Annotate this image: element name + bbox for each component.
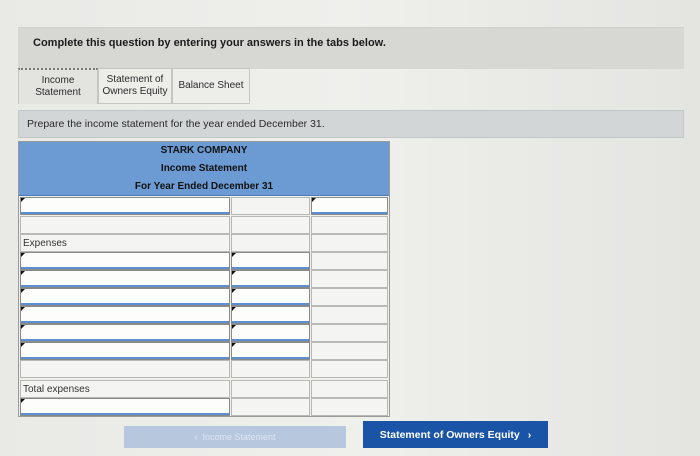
blank-cell [311,288,388,306]
blank-cell [231,234,310,252]
account-select[interactable] [20,197,230,215]
expense-account-select[interactable] [20,306,230,324]
expense-row [19,342,389,360]
blank-cell [311,324,388,342]
expense-account-select[interactable] [20,252,230,270]
expense-row [19,288,389,306]
total-expenses-value [311,380,388,398]
prev-tab-label: Income Statement [202,432,276,442]
blank-cell [311,234,388,252]
tab-income-statement-label: Income Statement [35,75,81,98]
instruction-text: Prepare the income statement for the yea… [27,118,325,130]
blank-cell [231,398,310,416]
amount-input[interactable] [311,197,388,215]
amount-cell [231,197,310,215]
instruction-bar: Prepare the income statement for the yea… [18,110,684,138]
tab-statement-owners-equity[interactable]: Statement of Owners Equity [98,68,172,104]
expenses-label: Expenses [23,238,67,249]
expenses-label-cell: Expenses [20,234,230,252]
blank-cell [231,360,310,378]
income-statement-table: STARK COMPANY Income Statement For Year … [18,141,390,417]
total-expenses-label-cell: Total expenses [20,380,230,398]
expense-amount-input[interactable] [231,306,310,324]
expense-amount-input[interactable] [231,324,310,342]
expense-row [19,270,389,288]
table-row [19,216,389,234]
tab-statement-owners-equity-label: Statement of Owners Equity [102,74,168,97]
expense-account-select[interactable] [20,270,230,288]
chevron-left-icon: ‹ [194,432,203,442]
net-income-row [19,398,389,416]
blank-cell [311,270,388,288]
blank-cell [311,216,388,234]
expense-account-select[interactable] [20,288,230,306]
expense-row [19,324,389,342]
expense-amount-input[interactable] [231,270,310,288]
blank-cell [231,380,310,398]
banner-text: Complete this question by entering your … [33,37,386,49]
expense-amount-input[interactable] [231,288,310,306]
expenses-row: Expenses [19,234,389,252]
tab-bar: Income Statement Statement of Owners Equ… [18,68,250,104]
expense-amount-input[interactable] [231,252,310,270]
statement-period: For Year Ended December 31 [134,181,274,192]
blank-cell [311,306,388,324]
expense-account-select[interactable] [20,342,230,360]
company-name: STARK COMPANY [160,145,248,156]
chevron-right-icon: › [527,428,532,441]
table-row [19,360,389,378]
statement-header: STARK COMPANY Income Statement For Year … [19,142,389,196]
net-income-value [311,398,388,416]
instruction-banner: Complete this question by entering your … [18,27,684,69]
table-row [19,197,389,215]
next-tab-label: Statement of Owners Equity [379,428,520,441]
blank-cell [311,252,388,270]
expense-row [19,306,389,324]
expense-row [19,252,389,270]
prev-tab-button[interactable]: ‹ Income Statement [124,426,346,448]
net-income-label-select[interactable] [20,398,230,416]
blank-cell [20,360,230,378]
tab-balance-sheet[interactable]: Balance Sheet [172,68,250,104]
expense-account-select[interactable] [20,324,230,342]
blank-cell [311,360,388,378]
blank-cell [231,216,310,234]
statement-title: Income Statement [160,163,248,174]
total-expenses-row: Total expenses [19,380,389,398]
tab-balance-sheet-label: Balance Sheet [178,80,244,91]
expense-amount-input[interactable] [231,342,310,360]
total-expenses-label: Total expenses [23,384,90,395]
tab-income-statement[interactable]: Income Statement [18,68,98,104]
blank-cell [20,216,230,234]
next-tab-button[interactable]: Statement of Owners Equity › [363,421,548,448]
blank-cell [311,342,388,360]
